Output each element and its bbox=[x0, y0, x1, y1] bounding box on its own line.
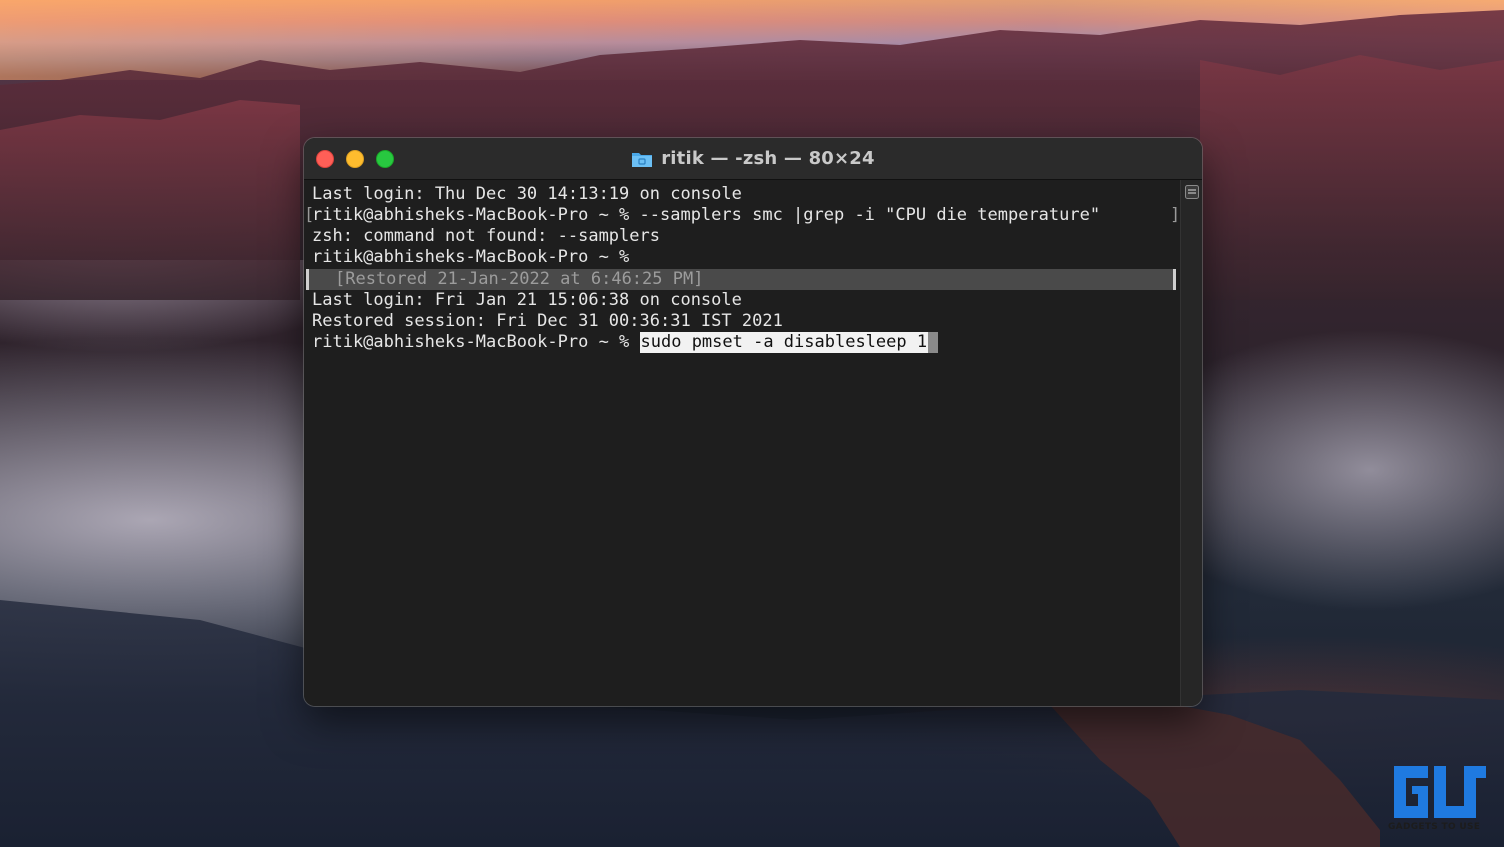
terminal-line-prompt-1: ritik@abhisheks-MacBook-Pro ~ % bbox=[312, 247, 630, 267]
desktop-wallpaper: ritik — -zsh — 80×24 Last login: Thu Dec… bbox=[0, 0, 1504, 847]
text-cursor bbox=[928, 332, 939, 353]
restored-session-banner: [Restored 21-Jan-2022 at 6:46:25 PM] bbox=[306, 269, 1176, 290]
terminal-line-restored-session: Restored session: Fri Dec 31 00:36:31 IS… bbox=[312, 311, 783, 331]
terminal-line-command-1: ritik@abhisheks-MacBook-Pro ~ % --sample… bbox=[312, 205, 1101, 225]
mark-bracket-right: ] bbox=[1170, 205, 1181, 225]
prompt-text: ritik@abhisheks-MacBook-Pro ~ % bbox=[312, 332, 640, 352]
title-bar[interactable]: ritik — -zsh — 80×24 bbox=[304, 138, 1202, 180]
terminal-line-last-login-1: Last login: Thu Dec 30 14:13:19 on conso… bbox=[312, 184, 742, 204]
watermark-caption: GADGETS TO USE bbox=[1388, 822, 1481, 832]
split-pane-icon[interactable] bbox=[1185, 184, 1199, 199]
terminal-window[interactable]: ritik — -zsh — 80×24 Last login: Thu Dec… bbox=[304, 138, 1202, 706]
title-wrap: ritik — -zsh — 80×24 bbox=[304, 138, 1202, 179]
scrollbar[interactable] bbox=[1180, 180, 1202, 706]
terminal-output[interactable]: Last login: Thu Dec 30 14:13:19 on conso… bbox=[304, 180, 1180, 706]
terminal-line-error: zsh: command not found: --samplers bbox=[312, 226, 660, 246]
window-title: ritik — -zsh — 80×24 bbox=[661, 148, 875, 169]
selected-command[interactable]: sudo pmset -a disablesleep 1 bbox=[639, 332, 929, 353]
folder-icon bbox=[631, 150, 653, 168]
terminal-line-last-login-2: Last login: Fri Jan 21 15:06:38 on conso… bbox=[312, 290, 742, 310]
restored-banner-text: [Restored 21-Jan-2022 at 6:46:25 PM] bbox=[335, 269, 704, 289]
terminal-line-prompt-2[interactable]: ritik@abhisheks-MacBook-Pro ~ % sudo pms… bbox=[312, 332, 939, 353]
